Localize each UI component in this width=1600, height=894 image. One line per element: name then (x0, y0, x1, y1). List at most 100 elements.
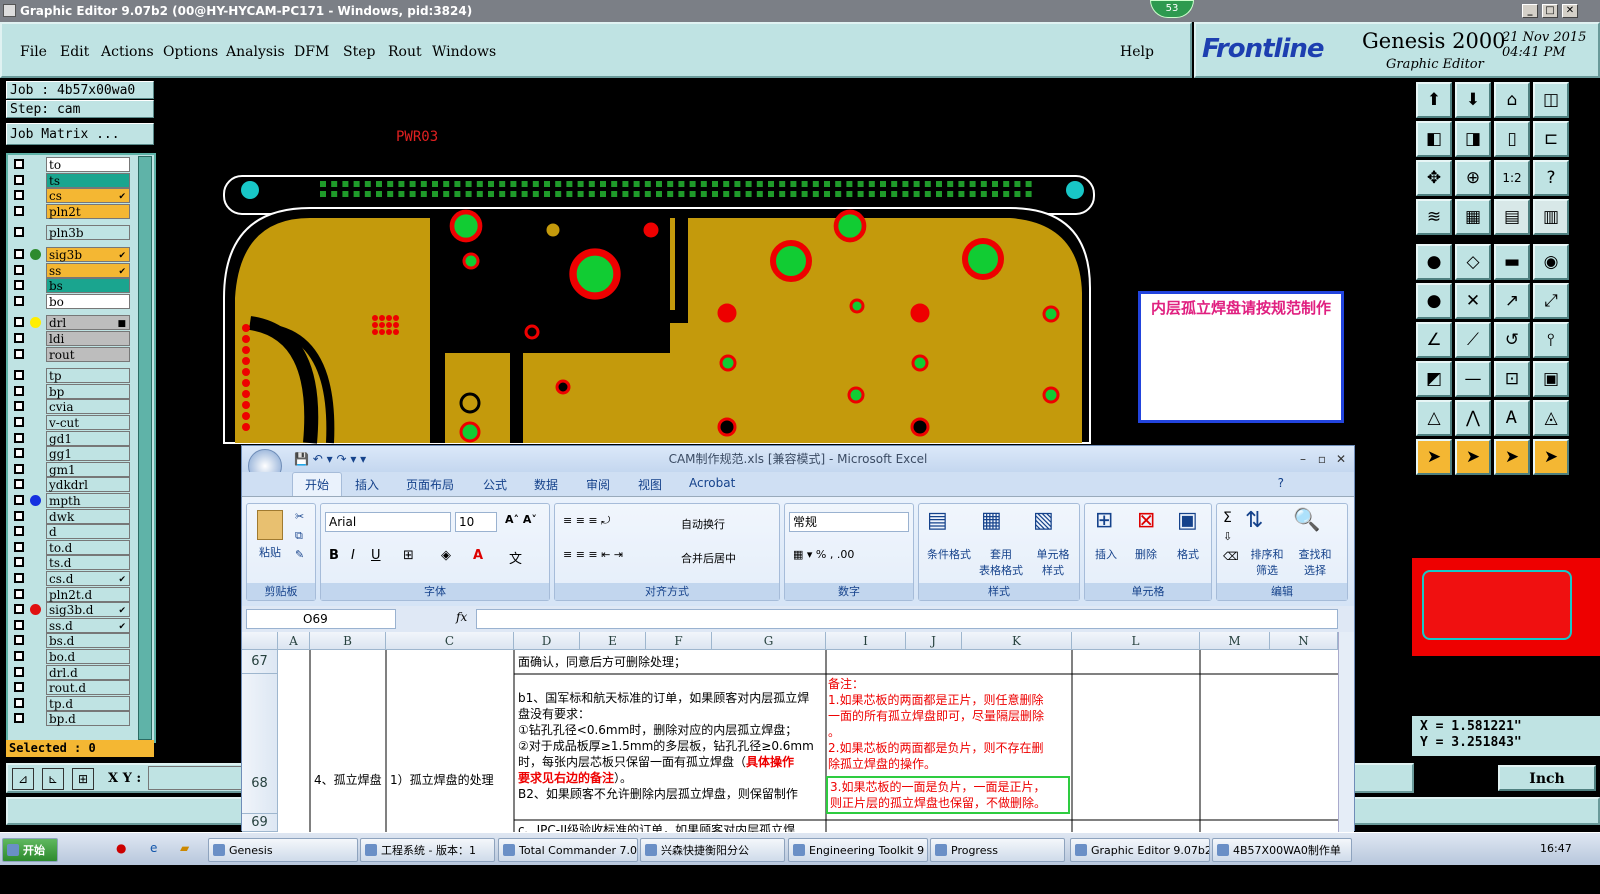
excel-vertical-scrollbar[interactable] (1338, 632, 1354, 832)
layer-name[interactable]: gm1 (46, 461, 130, 477)
layer-checkbox[interactable] (14, 619, 24, 630)
col-header[interactable]: J (906, 632, 962, 650)
tool-icon-20[interactable]: ◉ (1533, 244, 1569, 280)
menu-edit[interactable]: Edit (60, 44, 89, 60)
layer-name[interactable]: cs ✔ (46, 188, 130, 204)
layer-row-bo[interactable]: bo (12, 293, 130, 309)
layer-row-to-d[interactable]: to.d (12, 539, 130, 555)
layer-name[interactable]: sig3b.d ✔ (46, 602, 130, 618)
col-header[interactable]: K (962, 632, 1072, 650)
menu-help[interactable]: Help (1120, 44, 1154, 60)
col-header[interactable]: M (1200, 632, 1270, 650)
layer-checkbox[interactable] (14, 205, 24, 216)
currency-icon[interactable]: ▦ ▾ % , .00 (793, 548, 854, 561)
task-progress[interactable]: Progress (930, 838, 1065, 862)
tool-icon-16[interactable]: ▥ (1533, 199, 1569, 235)
layer-checkbox[interactable] (14, 635, 24, 646)
layer-row-tp-d[interactable]: tp.d (12, 695, 130, 711)
tool-icon-14[interactable]: ▦ (1455, 199, 1491, 235)
folder-icon[interactable]: ▰ (180, 841, 189, 855)
layer-checkbox[interactable] (14, 463, 24, 474)
row-header[interactable]: 68 (242, 674, 278, 814)
tool-icon-18[interactable]: ◇ (1455, 244, 1491, 280)
layer-row-ydkdrl[interactable]: ydkdrl (12, 477, 130, 493)
cell-style-button[interactable]: 单元格 样式 (1027, 546, 1079, 578)
tool-icon-3[interactable]: ⌂ (1494, 82, 1530, 118)
cell-d68[interactable]: b1、国军标和航天标准的订单，如果顾客对内层孤立焊 盘没有要求： ①钻孔孔径<0… (518, 690, 822, 802)
col-header[interactable]: G (712, 632, 826, 650)
layer-checkbox[interactable] (14, 295, 24, 306)
layer-name[interactable]: v-cut (46, 415, 130, 430)
task-engineering-system[interactable]: 工程系统 - 版本：1 (360, 838, 495, 862)
minimize-button[interactable]: _ (1522, 4, 1538, 18)
row-header[interactable]: 67 (242, 650, 278, 674)
tab-insert[interactable]: 插入 (355, 476, 379, 493)
layer-row-rout-d[interactable]: rout.d (12, 680, 130, 696)
tab-data[interactable]: 数据 (534, 476, 558, 493)
layer-checkbox[interactable] (14, 541, 24, 552)
format-painter-icon[interactable]: ✎ (295, 548, 304, 561)
tool-icon-25[interactable]: ∠ (1416, 322, 1452, 358)
fx-icon[interactable]: fx (456, 610, 467, 624)
format-cells-icon[interactable]: ▣ (1177, 508, 1198, 533)
units-button[interactable]: Inch (1498, 765, 1596, 791)
clear-icon[interactable]: ⌫ (1223, 550, 1239, 563)
layer-checkbox[interactable] (14, 249, 24, 259)
conditional-format-button[interactable]: 条件格式 (923, 546, 975, 562)
layer-checkbox[interactable] (14, 190, 24, 201)
measure-icon[interactable]: ⊾ (42, 768, 64, 790)
table-format-button[interactable]: 套用 表格格式 (975, 546, 1027, 578)
layer-name[interactable]: pln3b (46, 225, 130, 241)
layer-name[interactable]: to (46, 157, 130, 172)
sheet-grid[interactable]: 67 68 69 面确认，同意后方可删除处理； 4、孤立焊盘 1）孤立焊盘的处理… (242, 650, 1338, 837)
layer-checkbox[interactable] (14, 557, 24, 568)
name-box[interactable]: O69 (246, 609, 396, 629)
task-genesis[interactable]: Genesis (208, 838, 358, 862)
ie-icon[interactable]: e (150, 841, 157, 855)
layer-row-ldi[interactable]: ldi (12, 331, 130, 346)
snap-icon[interactable]: ⊿ (12, 768, 34, 790)
layer-name[interactable]: rout (46, 346, 130, 362)
tool-icon-12[interactable]: ? (1533, 160, 1569, 196)
excel-minimize-icon[interactable]: – (1300, 446, 1306, 472)
job-matrix-button[interactable]: Job Matrix ... (6, 123, 154, 145)
tool-icon-35[interactable]: Ꭺ (1494, 400, 1530, 436)
sort-filter-icon[interactable]: ⇅ (1245, 508, 1263, 533)
tool-icon-17[interactable]: ● (1416, 244, 1452, 280)
layer-checkbox[interactable] (14, 510, 24, 521)
select-all-corner[interactable] (242, 632, 278, 650)
tool-icon-22[interactable]: ✕ (1455, 283, 1491, 319)
tab-review[interactable]: 审阅 (586, 476, 610, 493)
cut-icon[interactable]: ✂ (295, 510, 304, 523)
tool-icon-37[interactable]: ➤ (1416, 439, 1452, 475)
cell-d67[interactable]: 面确认，同意后方可删除处理； (518, 654, 686, 670)
layer-row-ss-d[interactable]: ss.d ✔ (12, 617, 130, 633)
layer-row-gd1[interactable]: gd1 (12, 430, 130, 446)
col-header[interactable]: D (514, 632, 580, 650)
bold-button[interactable]: B (329, 548, 339, 563)
tool-icon-2[interactable]: ⬇ (1455, 82, 1491, 118)
layer-name[interactable]: bs (46, 278, 130, 294)
menu-actions[interactable]: Actions (101, 44, 154, 60)
layer-name[interactable]: tp (46, 368, 130, 384)
layer-name[interactable]: ydkdrl (46, 477, 130, 493)
tool-icon-36[interactable]: ◬ (1533, 400, 1569, 436)
layer-name[interactable]: drl ■ (46, 315, 130, 331)
menu-step[interactable]: Step (343, 44, 375, 60)
layer-checkbox[interactable] (14, 317, 24, 328)
layer-name[interactable]: sig3b ✔ (46, 247, 130, 262)
layer-row-rout[interactable]: rout (12, 346, 130, 362)
fill-color-icon[interactable]: ◈ (441, 548, 451, 563)
layer-name[interactable]: rout.d (46, 680, 130, 696)
merge-center-button[interactable]: 合并后居中 (681, 550, 736, 566)
layer-checkbox[interactable] (14, 370, 24, 381)
tool-icon-11[interactable]: 1:2 (1494, 160, 1530, 196)
excel-close-icon[interactable]: ✕ (1336, 446, 1346, 472)
tab-formulas[interactable]: 公式 (483, 476, 507, 493)
menu-file[interactable]: File (20, 44, 47, 60)
tab-home[interactable]: 开始 (292, 472, 343, 496)
layer-name[interactable]: bp.d (46, 711, 130, 727)
paste-icon[interactable] (257, 510, 283, 540)
table-format-icon[interactable]: ▦ (981, 508, 1002, 533)
layer-row-gm1[interactable]: gm1 (12, 461, 130, 477)
